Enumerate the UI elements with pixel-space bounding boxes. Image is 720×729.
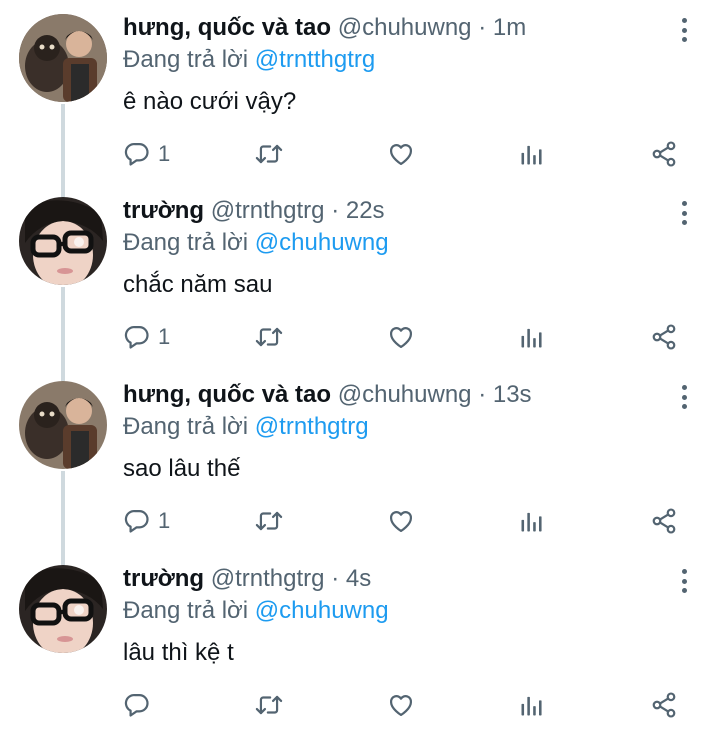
avatar[interactable] — [19, 381, 107, 469]
like-icon — [386, 507, 416, 535]
retweet-icon — [254, 140, 284, 168]
tweet-actions: 1 — [0, 505, 720, 537]
timestamp[interactable]: 13s — [493, 381, 532, 408]
like-button[interactable] — [386, 689, 416, 721]
reply-button[interactable] — [123, 689, 158, 721]
retweet-button[interactable] — [254, 689, 284, 721]
tweet-actions: 1 — [0, 321, 720, 353]
analytics-icon — [518, 140, 546, 168]
reply-icon — [123, 691, 151, 719]
share-icon — [650, 691, 678, 719]
reply-icon — [123, 140, 151, 168]
share-button[interactable] — [650, 505, 678, 537]
share-button[interactable] — [650, 138, 678, 170]
analytics-icon — [518, 507, 546, 535]
like-icon — [386, 140, 416, 168]
more-icon[interactable] — [672, 16, 696, 44]
tweet-actions: 1 — [0, 138, 720, 170]
user-handle[interactable]: @chuhuwng — [338, 381, 472, 408]
tweet-text: lâu thì kệ t — [123, 639, 234, 666]
retweet-button[interactable] — [254, 138, 284, 170]
reply-count: 1 — [158, 324, 171, 349]
separator: · — [478, 381, 487, 408]
retweet-icon — [254, 323, 284, 351]
analytics-icon — [518, 323, 546, 351]
mention-link[interactable]: @trntthgtrg — [255, 46, 375, 73]
reply-count: 1 — [158, 141, 171, 166]
avatar[interactable] — [19, 197, 107, 285]
tweet-text: chắc năm sau — [123, 271, 273, 298]
tweet[interactable]: hưng, quốc và tao @chuhuwng · 13s Đang t… — [0, 367, 720, 551]
share-icon — [650, 323, 678, 351]
reply-icon — [123, 323, 151, 351]
more-icon[interactable] — [672, 199, 696, 227]
like-button[interactable] — [386, 321, 416, 353]
analytics-icon — [518, 691, 546, 719]
avatar[interactable] — [19, 565, 107, 653]
timestamp[interactable]: 22s — [346, 197, 385, 224]
reply-button[interactable]: 1 — [123, 321, 170, 353]
share-icon — [650, 507, 678, 535]
analytics-button[interactable] — [518, 689, 546, 721]
tweet-text: ê nào cưới vậy? — [123, 88, 297, 115]
reply-count: 1 — [158, 508, 171, 533]
replying-label: Đang trả lời — [123, 229, 249, 256]
tweet-actions — [0, 689, 720, 721]
retweet-icon — [254, 691, 284, 719]
analytics-button[interactable] — [518, 505, 546, 537]
share-button[interactable] — [650, 689, 678, 721]
mention-link[interactable]: @chuhuwng — [255, 597, 389, 624]
display-name[interactable]: hưng, quốc và tao — [123, 14, 331, 41]
display-name[interactable]: hưng, quốc và tao — [123, 381, 331, 408]
timestamp[interactable]: 4s — [346, 565, 371, 592]
tweet[interactable]: hưng, quốc và tao @chuhuwng · 1m Đang tr… — [0, 0, 720, 183]
retweet-icon — [254, 507, 284, 535]
like-button[interactable] — [386, 505, 416, 537]
like-icon — [386, 323, 416, 351]
reply-button[interactable]: 1 — [123, 138, 170, 170]
share-icon — [650, 140, 678, 168]
retweet-button[interactable] — [254, 505, 284, 537]
user-handle[interactable]: @trnthgtrg — [211, 565, 325, 592]
display-name[interactable]: trường — [123, 197, 204, 224]
avatar[interactable] — [19, 14, 107, 102]
tweet[interactable]: trường @trnthgtrg · 22s Đang trả lời @ch… — [0, 183, 720, 367]
user-handle[interactable]: @chuhuwng — [338, 14, 472, 41]
like-button[interactable] — [386, 138, 416, 170]
separator: · — [331, 565, 340, 592]
user-handle[interactable]: @trnthgtrg — [211, 197, 325, 224]
replying-label: Đang trả lời — [123, 413, 249, 440]
replying-label: Đang trả lời — [123, 46, 249, 73]
analytics-button[interactable] — [518, 138, 546, 170]
tweet[interactable]: trường @trnthgtrg · 4s Đang trả lời @chu… — [0, 551, 720, 729]
reply-button[interactable]: 1 — [123, 505, 170, 537]
like-icon — [386, 691, 416, 719]
analytics-button[interactable] — [518, 321, 546, 353]
mention-link[interactable]: @trnthgtrg — [255, 413, 369, 440]
more-icon[interactable] — [672, 383, 696, 411]
share-button[interactable] — [650, 321, 678, 353]
tweet-text: sao lâu thế — [123, 455, 241, 482]
more-icon[interactable] — [672, 567, 696, 595]
mention-link[interactable]: @chuhuwng — [255, 229, 389, 256]
reply-icon — [123, 507, 151, 535]
display-name[interactable]: trường — [123, 565, 204, 592]
replying-label: Đang trả lời — [123, 597, 249, 624]
separator: · — [331, 197, 340, 224]
retweet-button[interactable] — [254, 321, 284, 353]
timestamp[interactable]: 1m — [493, 14, 526, 41]
separator: · — [478, 14, 487, 41]
